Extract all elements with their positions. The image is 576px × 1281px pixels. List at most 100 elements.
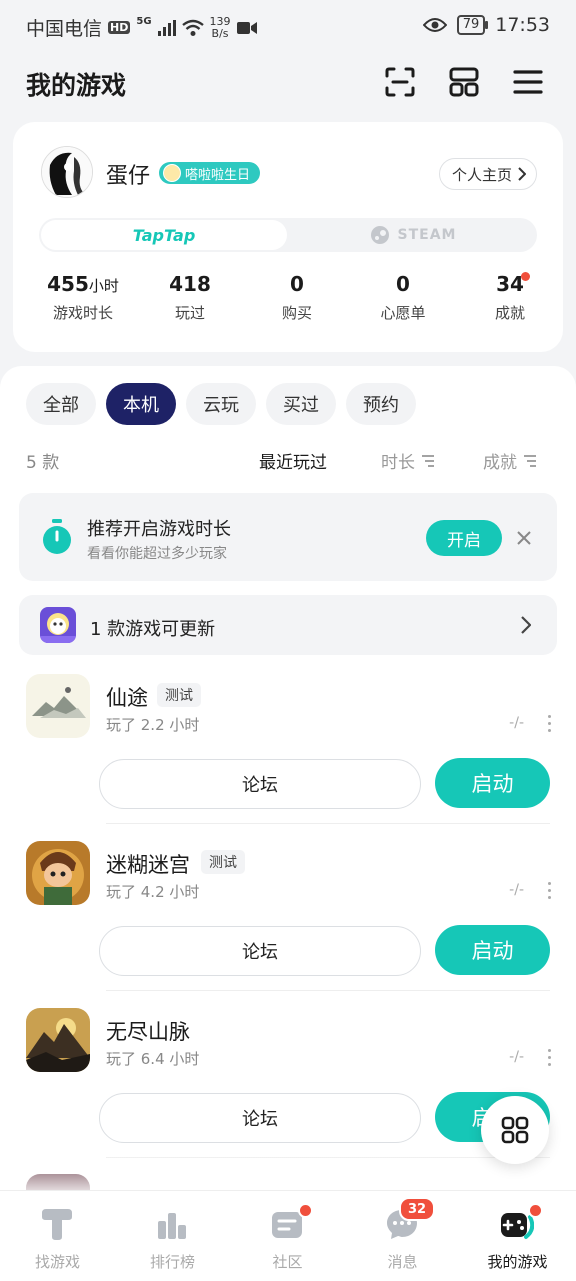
status-right: 79 17:53 <box>422 14 550 36</box>
taptap-t-icon <box>42 1209 72 1240</box>
nav-label: 排行榜 <box>149 1253 195 1271</box>
stat-label: 心愿单 <box>380 304 426 322</box>
divider <box>106 990 550 991</box>
stat-wishlist[interactable]: 0 心愿单 <box>353 272 453 323</box>
achievement-new-dot <box>521 272 530 281</box>
menu-icon[interactable] <box>510 64 546 100</box>
forum-button[interactable]: 论坛 <box>99 759 421 809</box>
nav-label: 社区 <box>272 1253 303 1271</box>
game-count: 5 款 <box>26 453 60 473</box>
net-speed-value: 139 <box>209 14 231 28</box>
filter-chip-reserved[interactable]: 预约 <box>346 383 416 425</box>
hd-icon: HD <box>108 21 131 34</box>
username: 蛋仔 <box>106 164 151 189</box>
ranking-icon <box>158 1213 186 1239</box>
divider <box>106 823 550 824</box>
stat-playtime[interactable]: 455小时 游戏时长 <box>33 272 133 323</box>
stat-label: 成就 <box>494 304 525 322</box>
profile-homepage-button[interactable]: 个人主页 <box>438 158 537 190</box>
game-score: -/- <box>509 882 524 898</box>
more-icon[interactable] <box>548 882 552 903</box>
game-icon[interactable] <box>26 841 90 905</box>
signal-icon <box>157 19 176 36</box>
game-tag: 测试 <box>201 850 245 874</box>
stat-unit: 小时 <box>88 277 119 295</box>
stat-label: 玩过 <box>174 304 205 322</box>
community-new-dot <box>298 1203 313 1218</box>
nav-rankings[interactable]: 排行榜 <box>115 1191 230 1281</box>
tab-taptap[interactable]: TapTap <box>41 220 287 250</box>
game-title[interactable]: 仙途 <box>106 682 148 712</box>
sort-achievement-label: 成就 <box>483 453 517 473</box>
filter-chip-cloud[interactable]: 云玩 <box>186 383 256 425</box>
nav-find-games[interactable]: 找游戏 <box>0 1191 115 1281</box>
nav-label: 找游戏 <box>34 1253 80 1271</box>
sort-achievement[interactable]: 成就 <box>483 448 537 473</box>
stat-value: 455 <box>47 272 89 296</box>
sort-playtime-label: 时长 <box>381 453 415 473</box>
eye-icon <box>422 18 447 32</box>
video-camera-icon <box>236 21 257 34</box>
steam-icon <box>370 226 389 244</box>
profile-card: 蛋仔 嗒啦啦生日 个人主页 TapTap STEAM 455小时 游戏时长 41… <box>13 122 563 352</box>
stat-purchased[interactable]: 0 购买 <box>247 272 347 323</box>
platform-switch: TapTap STEAM <box>39 218 537 252</box>
filter-chip-local[interactable]: 本机 <box>106 383 176 425</box>
forum-button[interactable]: 论坛 <box>99 926 421 976</box>
stat-played[interactable]: 418 玩过 <box>140 272 240 323</box>
forum-button[interactable]: 论坛 <box>99 1093 421 1143</box>
stat-value: 418 <box>169 272 211 296</box>
carrier-label: 中国电信 <box>26 18 103 40</box>
game-title[interactable]: 迷糊迷宫 <box>106 849 190 879</box>
sort-playtime[interactable]: 时长 <box>381 448 435 473</box>
close-icon[interactable] <box>517 531 531 545</box>
game-score: -/- <box>509 1049 524 1065</box>
status-left: 中国电信 HD 5G 139 B/s <box>26 14 257 41</box>
game-playtime: 玩了 4.2 小时 <box>106 883 200 901</box>
stat-value: 0 <box>290 272 304 296</box>
banner-subtitle: 看看你能超过多少玩家 <box>87 546 227 562</box>
updates-row[interactable]: 1 款游戏可更新 <box>19 595 557 655</box>
chevron-right-icon <box>521 616 531 634</box>
status-bar: 中国电信 HD 5G 139 B/s 79 17:53 <box>0 0 576 56</box>
bottom-nav: 找游戏 排行榜 社区 32 消息 我的游戏 <box>0 1190 576 1281</box>
badge-label: 嗒啦啦生日 <box>185 167 251 183</box>
more-icon[interactable] <box>548 1049 552 1070</box>
avatar[interactable] <box>41 146 93 198</box>
nav-community[interactable]: 社区 <box>230 1191 345 1281</box>
network-type: 5G <box>136 16 152 27</box>
game-icon[interactable] <box>26 674 90 738</box>
game-score: -/- <box>509 715 524 731</box>
filter-chip-bought[interactable]: 买过 <box>266 383 336 425</box>
badge-avatar-icon <box>163 164 181 182</box>
launch-button[interactable]: 启动 <box>435 925 550 975</box>
nav-label: 消息 <box>387 1253 418 1271</box>
grid-apps-icon[interactable] <box>446 64 482 100</box>
more-icon[interactable] <box>548 715 552 736</box>
apps-grid-icon <box>501 1116 529 1144</box>
enable-playtime-button[interactable]: 开启 <box>426 520 502 556</box>
game-icon[interactable] <box>26 1008 90 1072</box>
homepage-label: 个人主页 <box>451 165 512 184</box>
page-title: 我的游戏 <box>26 71 127 100</box>
stat-value: 0 <box>396 272 410 296</box>
filter-chip-all[interactable]: 全部 <box>26 383 96 425</box>
wifi-icon <box>181 19 204 36</box>
battery-indicator: 79 <box>456 15 488 35</box>
nav-messages[interactable]: 32 消息 <box>345 1191 460 1281</box>
taptap-logo: TapTap <box>132 225 196 245</box>
birthday-badge[interactable]: 嗒啦啦生日 <box>159 162 261 184</box>
quick-launch-fab[interactable] <box>481 1096 549 1164</box>
stopwatch-icon <box>43 519 71 554</box>
nav-label: 我的游戏 <box>487 1253 548 1271</box>
sort-icon <box>524 454 536 467</box>
nav-my-games[interactable]: 我的游戏 <box>460 1191 575 1281</box>
stat-achievements[interactable]: 34 成就 <box>460 272 560 323</box>
tab-steam[interactable]: STEAM <box>291 220 535 250</box>
scan-icon[interactable] <box>382 64 418 100</box>
game-title[interactable]: 无尽山脉 <box>106 1016 190 1046</box>
clock: 17:53 <box>495 14 550 36</box>
sort-recent[interactable]: 最近玩过 <box>259 448 327 473</box>
update-game-icon <box>40 607 76 643</box>
launch-button[interactable]: 启动 <box>435 758 550 808</box>
